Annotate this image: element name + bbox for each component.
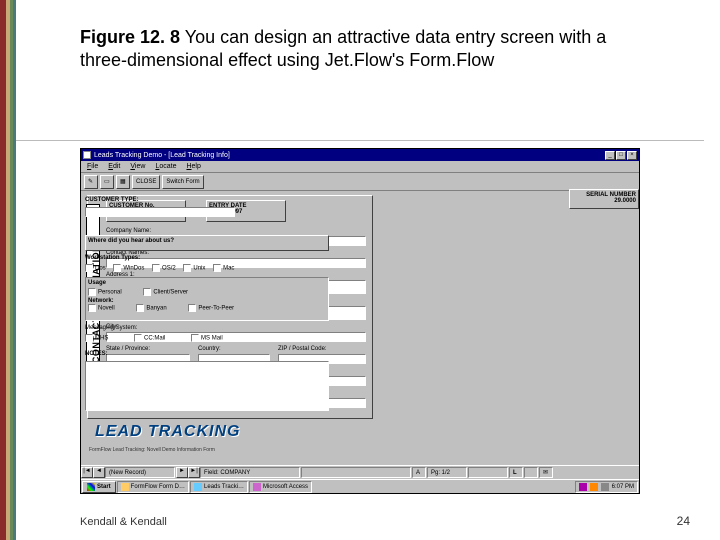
page-footer-author: Kendall & Kendall (80, 516, 167, 528)
clock: 6:07 PM (612, 484, 634, 490)
state-label: State / Province: (106, 346, 150, 352)
country-label: Country: (198, 346, 221, 352)
start-button[interactable]: Start (82, 481, 116, 493)
menu-edit[interactable]: Edit (108, 163, 120, 170)
menu-view[interactable]: View (130, 163, 145, 170)
nav-first[interactable]: |◄ (81, 467, 93, 478)
maximize-button[interactable]: □ (616, 151, 626, 160)
minimize-button[interactable]: _ (605, 151, 615, 160)
status-blank (301, 467, 411, 478)
ws-mac: Mac (223, 266, 234, 272)
m-mhs: MHS (95, 336, 108, 342)
form-footer-text: FormFlow Lead Tracking: Novell Demo Info… (89, 447, 215, 453)
m-ms-check[interactable] (191, 334, 199, 342)
tool-icon-1[interactable]: ✎ (84, 175, 98, 189)
menu-file[interactable]: FFileile (87, 163, 98, 170)
m-cc: CC:Mail (144, 336, 165, 342)
figure-number: Figure 12. 8 (80, 27, 180, 47)
n-banyan: Banyan (146, 306, 166, 312)
page-status: Pg: 1/2 (427, 467, 467, 478)
u-cs: Client/Server (153, 290, 188, 296)
serial-value: 29.0000 (572, 198, 636, 204)
switch-form-button[interactable]: Switch Form (162, 175, 203, 189)
ws-unix: Unix (193, 266, 205, 272)
figure-caption: Figure 12. 8 You can design an attractiv… (80, 26, 640, 73)
u-cs-check[interactable] (143, 288, 151, 296)
task-formflow[interactable]: FormFlow Form D… (117, 481, 189, 493)
u-personal-check[interactable] (88, 288, 96, 296)
divider (16, 140, 704, 141)
hear-label: Where did you hear about us? (88, 238, 326, 244)
n-novell-check[interactable] (88, 304, 96, 312)
nav-next[interactable]: ► (176, 467, 188, 478)
task-leads[interactable]: Leads Tracki… (190, 481, 248, 493)
m-cc-check[interactable] (134, 334, 142, 342)
taskbar: Start FormFlow Form D… Leads Tracki… Mic… (81, 479, 639, 493)
usage-label: Usage (88, 280, 326, 286)
statusbar: |◄ ◄ (New Record) ► ►| Field: COMPANY A … (81, 465, 639, 479)
menu-help[interactable]: Help (186, 163, 200, 170)
status-a: A (412, 467, 426, 478)
ws-os2-check[interactable] (152, 264, 160, 272)
tray-icon-3[interactable] (601, 483, 609, 491)
custtype-label: CUSTOMER TYPE: (85, 197, 139, 203)
ws-unix-check[interactable] (183, 264, 191, 272)
close-button[interactable]: CLOSE (132, 175, 160, 189)
nav-last[interactable]: ►| (188, 467, 200, 478)
zip-label: ZIP / Postal Code: (278, 346, 327, 352)
n-ptp-check[interactable] (188, 304, 196, 312)
tray-icon-1[interactable] (579, 483, 587, 491)
notes-input[interactable] (85, 361, 329, 411)
tool-icon-2[interactable]: ▭ (100, 175, 114, 189)
menubar: FFileile Edit View Locate Help (81, 161, 639, 173)
leads-icon (194, 483, 202, 491)
company-label: Company Name: (106, 228, 151, 234)
app-window: Leads Tracking Demo - [Lead Tracking Inf… (80, 148, 640, 494)
notes-label: NOTES: (85, 351, 108, 357)
ws-dos-check[interactable] (85, 264, 93, 272)
nav-prev[interactable]: ◄ (93, 467, 105, 478)
u-personal: Personal (98, 290, 122, 296)
formflow-icon (121, 483, 129, 491)
titlebar: Leads Tracking Demo - [Lead Tracking Inf… (81, 149, 639, 161)
n-ptp: Peer-To-Peer (198, 306, 234, 312)
system-tray: 6:07 PM (575, 481, 638, 493)
ws-mac-check[interactable] (213, 264, 221, 272)
lead-tracking-title: LEAD TRACKING (95, 423, 240, 441)
windows-icon (87, 483, 95, 491)
n-banyan-check[interactable] (136, 304, 144, 312)
close-window-button[interactable]: × (627, 151, 637, 160)
record-status: (New Record) (105, 467, 175, 478)
access-icon (253, 483, 261, 491)
toolbar: ✎ ▭ ▦ CLOSE Switch Form (81, 173, 639, 191)
ws-label: Workstation Types: (85, 255, 140, 261)
tray-icon-2[interactable] (590, 483, 598, 491)
m-ms: MS Mail (201, 336, 223, 342)
custtype-input[interactable] (85, 207, 235, 217)
window-title: Leads Tracking Demo - [Lead Tracking Inf… (94, 152, 605, 159)
app-icon (83, 151, 91, 159)
task-access[interactable]: Microsoft Access (249, 481, 312, 493)
n-novell: Novell (98, 306, 115, 312)
tool-icon-3[interactable]: ▦ (116, 175, 130, 189)
ws-win: WinDos (123, 266, 144, 272)
m-mhs-check[interactable] (85, 334, 93, 342)
field-status: Field: COMPANY (200, 467, 300, 478)
ws-os2: OS/2 (162, 266, 176, 272)
status-l: L (509, 467, 523, 478)
ws-win-check[interactable] (113, 264, 121, 272)
form-area: CONTACT INFORMATION CUSTOMER No. CIC0000… (81, 191, 639, 459)
ws-dos: Dos (95, 266, 106, 272)
menu-locate[interactable]: Locate (155, 163, 176, 170)
msg-label: Messaging System: (85, 325, 137, 331)
page-footer-number: 24 (677, 514, 690, 528)
